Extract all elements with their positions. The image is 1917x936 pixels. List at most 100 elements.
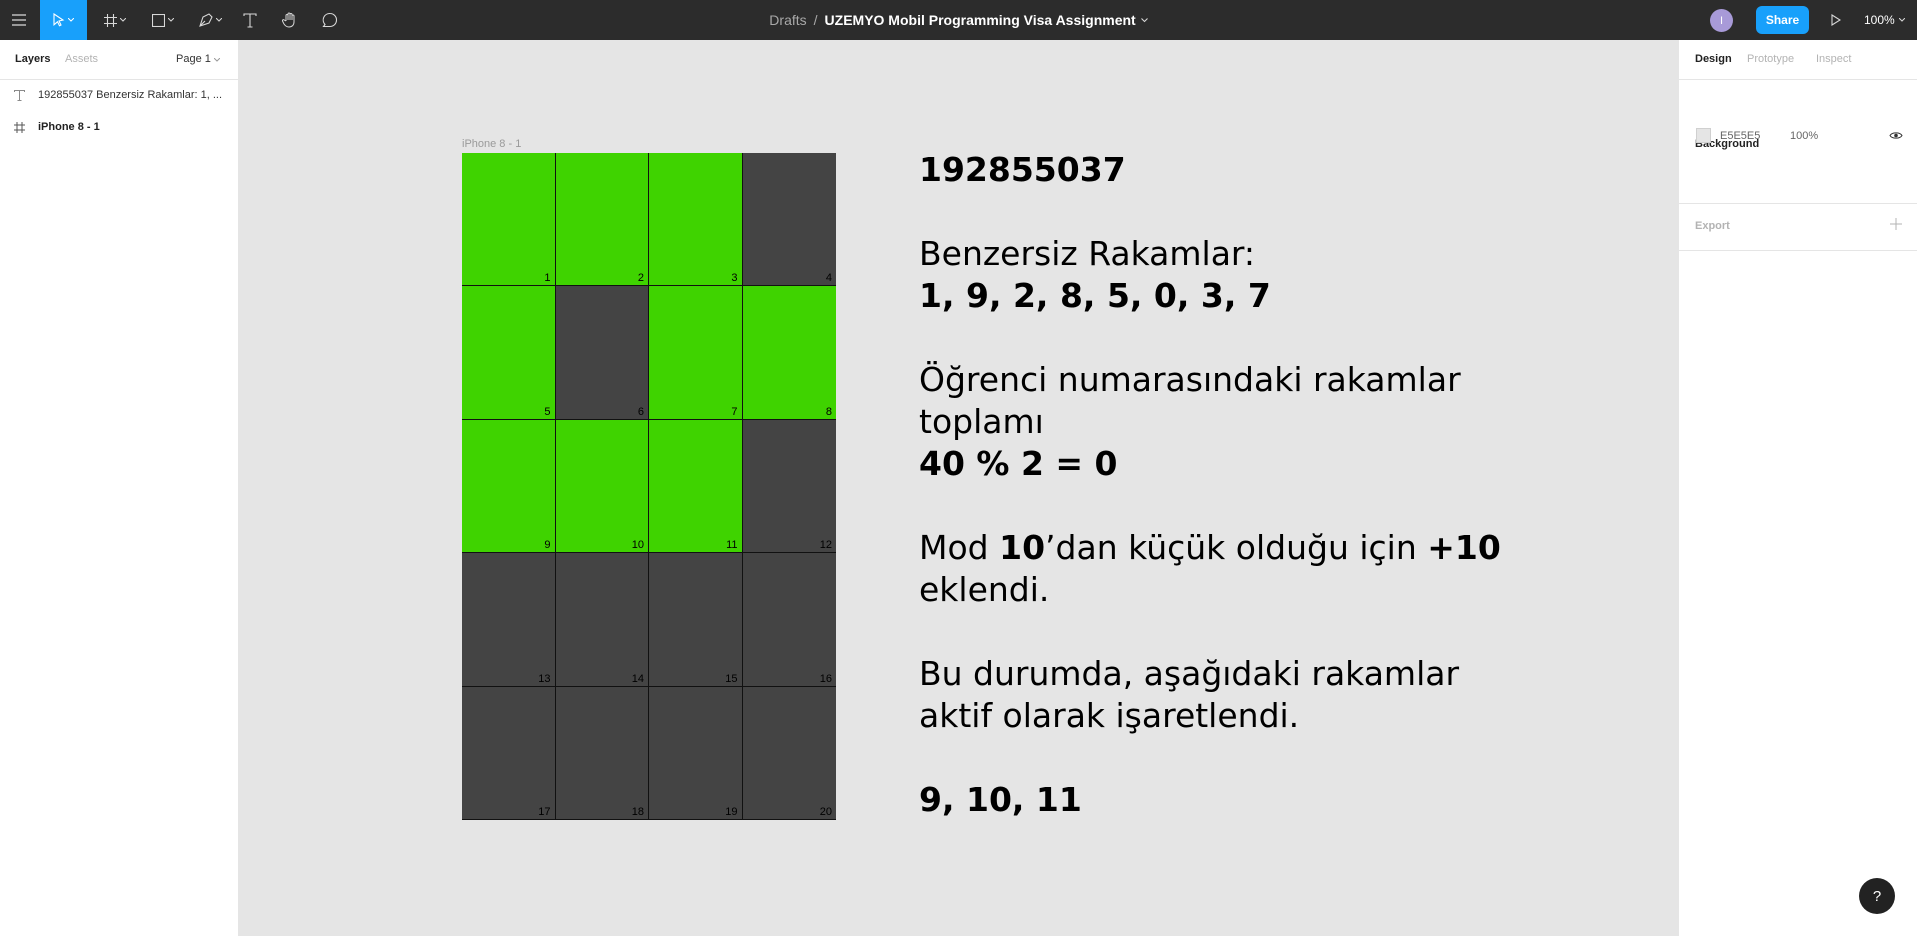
- grid-cell-13[interactable]: 13: [462, 553, 556, 687]
- text-layer-icon: [0, 89, 38, 101]
- grid-cell-17[interactable]: 17: [462, 686, 556, 820]
- grid-cell-number: 7: [731, 405, 738, 418]
- tab-layers[interactable]: Layers: [15, 53, 50, 65]
- grid-cell-8[interactable]: 8: [742, 286, 836, 420]
- grid-cell-1[interactable]: 1: [462, 153, 556, 287]
- present-button[interactable]: [1825, 0, 1847, 40]
- grid-cell-2[interactable]: 2: [555, 153, 649, 287]
- shape-tool-button[interactable]: [145, 0, 180, 40]
- grid-cell-number: 18: [631, 805, 644, 818]
- grid-cell-number: 3: [731, 272, 738, 285]
- play-icon: [1831, 14, 1841, 26]
- grid-cell-9[interactable]: 9: [462, 419, 556, 554]
- sum-label-line-2: toplamı: [919, 402, 1044, 441]
- grid-cell-16[interactable]: 16: [742, 553, 836, 687]
- tab-design[interactable]: Design: [1695, 53, 1732, 65]
- chevron-down-icon[interactable]: [1140, 17, 1148, 23]
- breadcrumb-drafts[interactable]: Drafts: [769, 12, 806, 28]
- comment-tool-button[interactable]: [320, 0, 340, 40]
- grid-cell-7[interactable]: 7: [649, 286, 743, 420]
- eye-icon[interactable]: [1889, 131, 1903, 140]
- grid-cell-number: 6: [637, 405, 644, 418]
- grid-cell-12[interactable]: 12: [742, 419, 836, 554]
- mod-addition: +10: [1427, 528, 1501, 567]
- chevron-down-icon: [68, 18, 74, 22]
- shape-tool-icon: [151, 13, 165, 27]
- marked-line-2: aktif olarak işaretlendi.: [919, 696, 1300, 735]
- grid-cell-10[interactable]: 10: [555, 419, 649, 554]
- comment-tool-icon: [322, 12, 338, 28]
- mod-result: 40 % 2 = 0: [919, 444, 1118, 483]
- export-section: Export: [1679, 171, 1917, 251]
- chevron-down-icon: [1898, 18, 1905, 22]
- grid-cell-4[interactable]: 4: [742, 153, 836, 287]
- mod-pre: Mod: [919, 528, 1000, 567]
- right-panel-tabs: Design Prototype Inspect: [1679, 40, 1917, 80]
- grid-cell-6[interactable]: 6: [555, 286, 649, 420]
- iphone-frame[interactable]: 1 2 3 4 5 6 7 8 9 10 11 12 13 14 15 16 17 18 19 20: [462, 153, 836, 820]
- pen-tool-icon: [199, 13, 213, 27]
- unique-digits-label: Benzersiz Rakamlar:: [919, 234, 1256, 273]
- file-title[interactable]: UZEMYO Mobil Programming Visa Assignment: [825, 12, 1136, 28]
- layer-label: 192855037 Benzersiz Rakamlar: 1, ...: [38, 89, 223, 101]
- hand-tool-button[interactable]: [280, 0, 300, 40]
- canvas-text[interactable]: 192855037 Benzersiz Rakamlar: 1, 9, 2, 8…: [919, 149, 1519, 821]
- grid-cell-number: 1: [544, 272, 551, 285]
- tab-inspect[interactable]: Inspect: [1816, 53, 1851, 65]
- grid-cell-number: 16: [819, 672, 832, 685]
- grid-cell-14[interactable]: 14: [555, 553, 649, 687]
- marked-line-1: Bu durumda, aşağıdaki rakamlar: [919, 654, 1460, 693]
- grid-cell-number: 19: [725, 805, 738, 818]
- frame-label[interactable]: iPhone 8 - 1: [462, 138, 521, 150]
- breadcrumb-separator: /: [813, 12, 818, 28]
- tab-prototype[interactable]: Prototype: [1747, 53, 1794, 65]
- zoom-level[interactable]: 100%: [1864, 0, 1905, 40]
- background-swatch[interactable]: [1696, 128, 1711, 143]
- pen-tool-button[interactable]: [193, 0, 228, 40]
- text-tool-button[interactable]: [240, 0, 260, 40]
- mod-number: 10: [999, 528, 1046, 567]
- tab-assets[interactable]: Assets: [65, 53, 98, 65]
- sum-label-line-1: Öğrenci numarasındaki rakamlar: [919, 360, 1461, 399]
- grid-cell-11[interactable]: 11: [649, 419, 743, 554]
- layer-frame[interactable]: iPhone 8 - 1: [0, 111, 239, 143]
- help-button[interactable]: ?: [1859, 878, 1895, 914]
- grid-cell-number: 20: [819, 805, 832, 818]
- design-panel: Design Prototype Inspect Background E5E5…: [1678, 40, 1917, 936]
- layer-text[interactable]: 192855037 Benzersiz Rakamlar: 1, ...: [0, 79, 239, 111]
- grid-cell-20[interactable]: 20: [742, 686, 836, 820]
- grid-cell-number: 5: [544, 405, 551, 418]
- grid-cell-number: 13: [538, 672, 551, 685]
- top-toolbar: Drafts / UZEMYO Mobil Programming Visa A…: [0, 0, 1917, 40]
- grid-cell-number: 14: [631, 672, 644, 685]
- share-button[interactable]: Share: [1756, 6, 1809, 34]
- background-hex[interactable]: E5E5E5: [1720, 130, 1760, 142]
- move-tool-button[interactable]: [40, 0, 87, 40]
- page-name: Page 1: [176, 53, 211, 65]
- export-label[interactable]: Export: [1695, 220, 1730, 232]
- marked-digits: 9, 10, 11: [919, 780, 1082, 819]
- page-selector[interactable]: Page 1: [176, 53, 221, 65]
- avatar[interactable]: I: [1710, 9, 1733, 32]
- frame-layer-icon: [0, 121, 38, 133]
- chevron-down-icon: [216, 18, 222, 22]
- grid-cell-5[interactable]: 5: [462, 286, 556, 420]
- chevron-down-icon: [119, 18, 126, 22]
- plus-icon[interactable]: [1890, 218, 1902, 230]
- mod-end: eklendi.: [919, 570, 1050, 609]
- mod-explanation: Mod 10’dan küçük olduğu için +10: [919, 527, 1519, 569]
- unique-digits: 1, 9, 2, 8, 5, 0, 3, 7: [919, 276, 1271, 315]
- background-opacity[interactable]: 100%: [1790, 130, 1818, 142]
- text-tool-icon: [243, 12, 257, 28]
- student-number: 192855037: [919, 150, 1126, 189]
- menu-icon[interactable]: [0, 0, 38, 40]
- grid-cell-number: 8: [825, 405, 832, 418]
- grid-cell-number: 4: [825, 272, 832, 285]
- frame-tool-button[interactable]: [97, 0, 132, 40]
- grid-cell-15[interactable]: 15: [649, 553, 743, 687]
- chevron-down-icon: [167, 18, 174, 22]
- grid-cell-number: 10: [631, 539, 644, 552]
- grid-cell-19[interactable]: 19: [649, 686, 743, 820]
- grid-cell-18[interactable]: 18: [555, 686, 649, 820]
- grid-cell-3[interactable]: 3: [649, 153, 743, 287]
